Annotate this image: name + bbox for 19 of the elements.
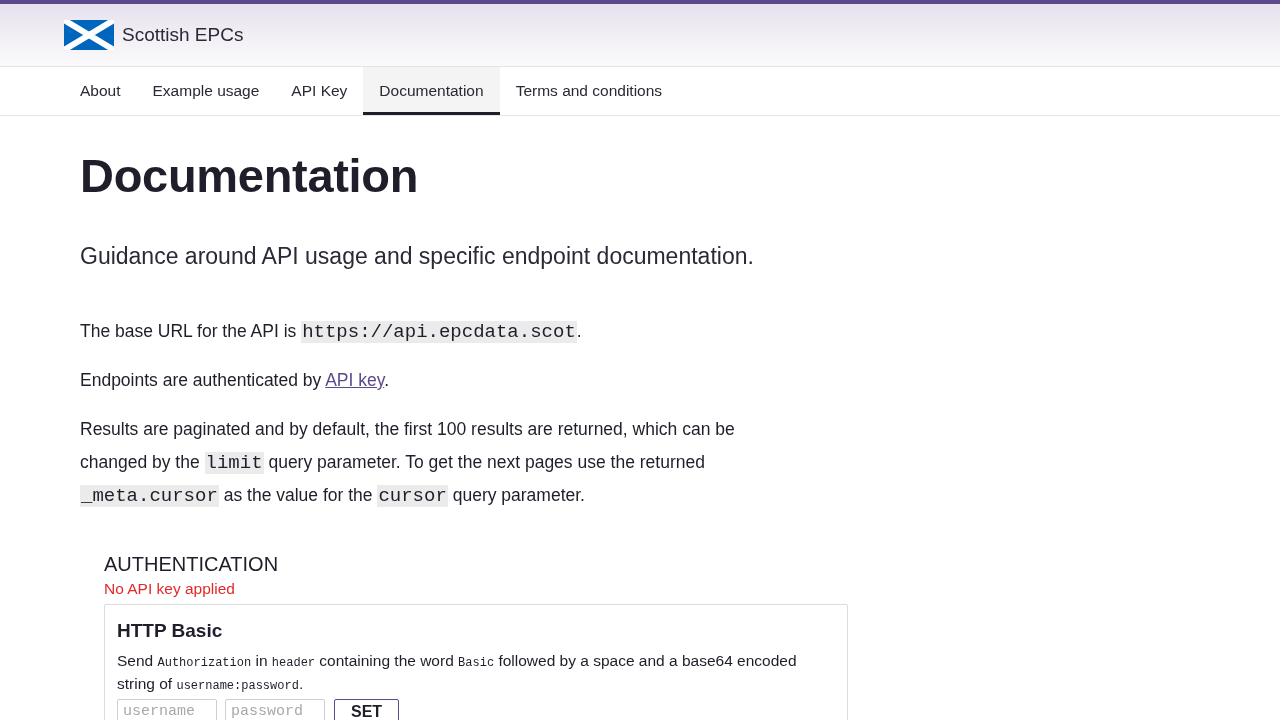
site-title: Scottish EPCs (122, 24, 244, 46)
api-key-link[interactable]: API key (325, 370, 385, 390)
nav-tab[interactable]: Example usage (136, 67, 276, 115)
page-subtitle: Guidance around API usage and specific endpoint documentation. (80, 242, 755, 271)
set-button[interactable]: SET (334, 699, 400, 720)
nav-tab[interactable]: API Key (275, 67, 364, 115)
nav-tab[interactable]: About (64, 67, 137, 115)
saltire-flag-icon (64, 20, 114, 50)
paragraph-text: Endpoints are authenticated by API key. (80, 369, 391, 392)
page-title: Documentation (80, 148, 420, 204)
status-message: No API key applied (104, 579, 236, 599)
section-heading: AUTHENTICATION (104, 552, 280, 577)
nav-tab[interactable]: Terms and conditions (499, 67, 679, 115)
nav-tab[interactable]: Documentation (363, 67, 500, 115)
input-field[interactable]: username (117, 699, 217, 720)
panel-title: HTTP Basic (117, 619, 224, 643)
paragraph-text: Results are paginated and by default, the first 100 results are returned, which can be changed by the limit query parameter. To get the next pages use the returned _meta.cursor as the value for the cursor query parameter. (80, 418, 736, 509)
paragraph-text: The base URL for the API is https://api.epcdata.scot. (80, 320, 583, 345)
input-field[interactable]: password (225, 699, 325, 720)
